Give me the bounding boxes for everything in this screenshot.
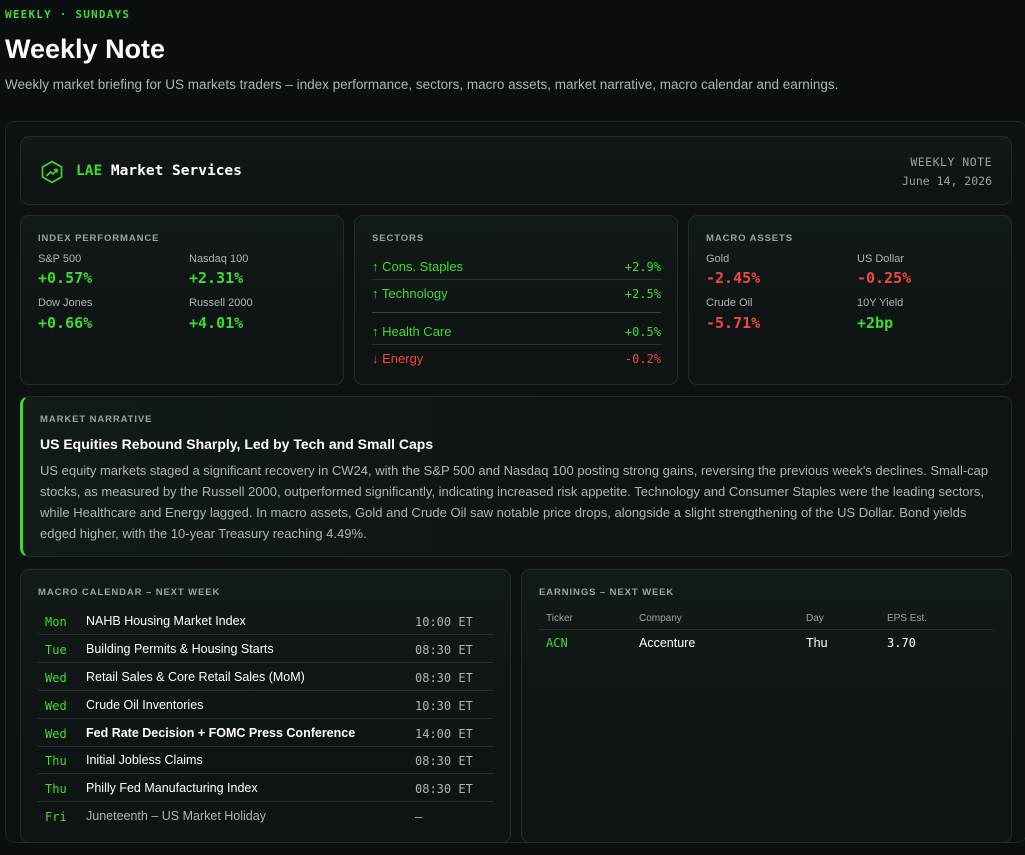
- sector-value: +2.9%: [624, 260, 661, 274]
- sector-name: ↑ Technology: [372, 286, 448, 301]
- narrative-title: US Equities Rebound Sharply, Led by Tech…: [40, 436, 434, 452]
- index-value: +2.31%: [189, 269, 244, 287]
- sector-name: ↑ Health Care: [372, 324, 452, 339]
- sectors-label: SECTORS: [372, 233, 425, 244]
- calendar-time: 08:30 ET: [415, 782, 473, 796]
- sector-row: ↓ Energy -0.2%: [372, 351, 661, 377]
- calendar-event: Crude Oil Inventories: [86, 698, 204, 712]
- page-title: Weekly Note: [5, 34, 166, 64]
- page-subtitle: Weekly market briefing for US markets tr…: [5, 77, 839, 92]
- asset-value: +2bp: [857, 314, 894, 332]
- trending-up-hexagon-icon: [41, 160, 63, 184]
- calendar-row: Wed Crude Oil Inventories 10:30 ET: [38, 691, 493, 719]
- calendar-day: Fri: [45, 810, 67, 824]
- report-type-label: WEEKLY NOTE: [910, 155, 992, 169]
- calendar-time: –: [415, 810, 423, 824]
- index-name: Russell 2000: [189, 297, 253, 309]
- narrative-label: MARKET NARRATIVE: [40, 414, 153, 425]
- index-value: +0.57%: [38, 269, 93, 287]
- divider: [372, 344, 661, 345]
- column-header-day: Day: [806, 613, 824, 624]
- index-value: +4.01%: [189, 314, 244, 332]
- calendar-day: Wed: [45, 699, 67, 713]
- asset-name: 10Y Yield: [857, 297, 904, 309]
- calendar-row: Mon NAHB Housing Market Index 10:00 ET: [38, 607, 493, 635]
- calendar-day: Wed: [45, 727, 67, 741]
- sector-row: ↑ Cons. Staples +2.9%: [372, 259, 661, 285]
- report-date: June 14, 2026: [901, 174, 992, 188]
- sector-value: +0.5%: [624, 325, 661, 339]
- calendar-event: Philly Fed Manufacturing Index: [86, 781, 258, 795]
- calendar-time: 10:00 ET: [415, 615, 473, 629]
- earnings-card: EARNINGS – NEXT WEEK Ticker Company Day …: [521, 569, 1012, 843]
- sector-name: ↓ Energy: [372, 351, 424, 366]
- sector-row: ↑ Health Care +0.5%: [372, 324, 661, 350]
- asset-name: US Dollar: [857, 253, 905, 265]
- page-eyebrow: WEEKLY · SUNDAYS: [5, 8, 131, 21]
- calendar-row: Wed Fed Rate Decision + FOMC Press Confe…: [38, 719, 493, 747]
- column-header-company: Company: [639, 613, 682, 624]
- calendar-time: 08:30 ET: [415, 671, 473, 685]
- earnings-eps: 3.70: [887, 636, 916, 650]
- earnings-day: Thu: [806, 636, 828, 650]
- macro-assets-label: MACRO ASSETS: [706, 233, 793, 244]
- sector-value: +2.5%: [624, 287, 661, 301]
- divider: [372, 312, 661, 313]
- macro-assets-card: MACRO ASSETS Gold -2.45% US Dollar -0.25…: [688, 215, 1012, 385]
- brand-name-accent: LAE: [76, 163, 103, 179]
- earnings-company: Accenture: [639, 636, 696, 650]
- asset-value: -2.45%: [706, 269, 761, 287]
- asset-name: Crude Oil: [706, 297, 753, 309]
- column-header-ticker: Ticker: [546, 613, 573, 624]
- asset-value: -5.71%: [706, 314, 761, 332]
- calendar-event: Fed Rate Decision + FOMC Press Conferenc…: [86, 726, 356, 740]
- calendar-row: Fri Juneteenth – US Market Holiday –: [38, 802, 493, 830]
- calendar-time: 10:30 ET: [415, 699, 473, 713]
- earnings-ticker: ACN: [546, 636, 568, 650]
- index-name: S&P 500: [38, 253, 82, 265]
- calendar-day: Thu: [45, 754, 67, 768]
- sector-row: ↑ Technology +2.5%: [372, 286, 661, 312]
- index-performance-label: INDEX PERFORMANCE: [38, 233, 160, 244]
- macro-calendar-card: MACRO CALENDAR – NEXT WEEK Mon NAHB Hous…: [20, 569, 511, 843]
- calendar-row: Wed Retail Sales & Core Retail Sales (Mo…: [38, 663, 493, 691]
- calendar-row: Tue Building Permits & Housing Starts 08…: [38, 635, 493, 663]
- sectors-card: SECTORS ↑ Cons. Staples +2.9% ↑ Technolo…: [354, 215, 678, 385]
- calendar-event: Building Permits & Housing Starts: [86, 642, 274, 656]
- divider: [372, 279, 661, 280]
- calendar-row: Thu Philly Fed Manufacturing Index 08:30…: [38, 774, 493, 802]
- brand-header-card: LAE Market Services WEEKLY NOTE June 14,…: [20, 136, 1012, 205]
- index-name: Nasdaq 100: [189, 253, 249, 265]
- calendar-time: 08:30 ET: [415, 643, 473, 657]
- calendar-event: NAHB Housing Market Index: [86, 614, 246, 628]
- brand-name-rest: Market Services: [102, 163, 242, 179]
- calendar-event: Juneteenth – US Market Holiday: [86, 809, 266, 823]
- calendar-day: Tue: [45, 643, 67, 657]
- earnings-label: EARNINGS – NEXT WEEK: [539, 587, 675, 598]
- index-value: +0.66%: [38, 314, 93, 332]
- narrative-body: US equity markets staged a significant r…: [40, 463, 989, 541]
- calendar-time: 08:30 ET: [415, 754, 473, 768]
- calendar-day: Thu: [45, 782, 67, 796]
- calendar-day: Mon: [45, 615, 67, 629]
- calendar-event: Initial Jobless Claims: [86, 753, 203, 767]
- asset-value: -0.25%: [857, 269, 912, 287]
- brand-name: LAE Market Services: [76, 163, 242, 179]
- calendar-time: 14:00 ET: [415, 727, 473, 741]
- sector-name: ↑ Cons. Staples: [372, 259, 464, 274]
- calendar-row: Thu Initial Jobless Claims 08:30 ET: [38, 746, 493, 774]
- index-performance-card: INDEX PERFORMANCE S&P 500 +0.57% Nasdaq …: [20, 215, 344, 385]
- divider: [539, 629, 994, 630]
- calendar-day: Wed: [45, 671, 67, 685]
- index-name: Dow Jones: [38, 297, 93, 309]
- column-header-eps: EPS Est.: [887, 613, 928, 624]
- sector-value: -0.2%: [624, 352, 661, 366]
- calendar-event: Retail Sales & Core Retail Sales (MoM): [86, 670, 305, 684]
- market-narrative-card: MARKET NARRATIVE US Equities Rebound Sha…: [20, 396, 1012, 557]
- asset-name: Gold: [706, 253, 730, 265]
- calendar-label: MACRO CALENDAR – NEXT WEEK: [38, 587, 221, 598]
